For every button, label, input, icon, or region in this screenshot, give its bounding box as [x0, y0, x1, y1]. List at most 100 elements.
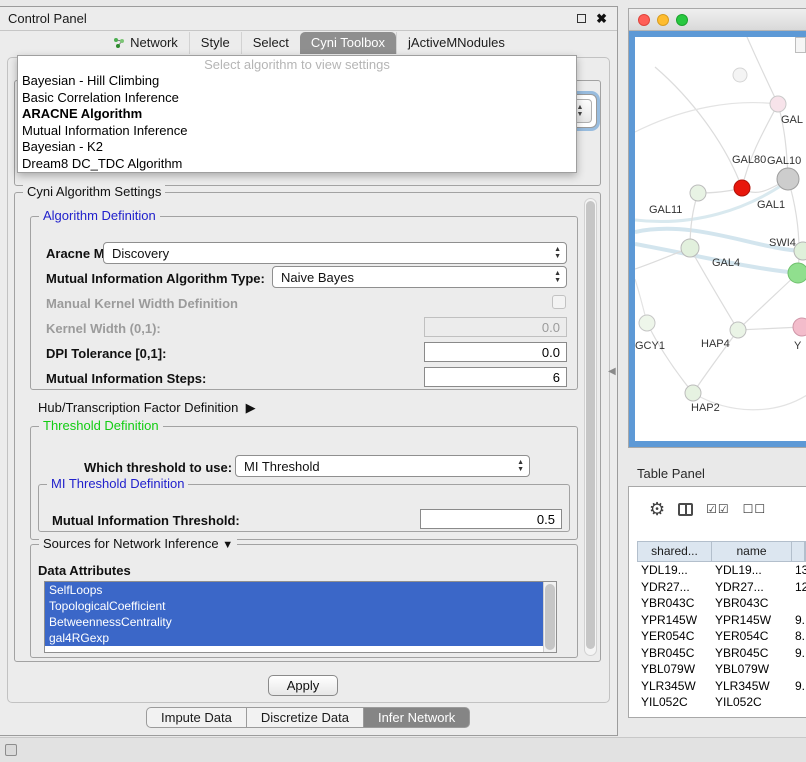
network-edge	[738, 327, 802, 330]
tab-impute-data[interactable]: Impute Data	[146, 707, 247, 728]
hub-section-toggle[interactable]: Hub/Transcription Factor Definition ▶	[38, 400, 256, 416]
table-cell	[791, 661, 806, 678]
network-node[interactable]	[685, 385, 701, 401]
table-row[interactable]: YBR045CYBR045C9.	[637, 645, 806, 662]
network-node[interactable]	[734, 180, 750, 196]
select-all-icon[interactable]: ☑☑	[706, 503, 730, 515]
table-cell: YBR045C	[711, 645, 791, 662]
table-row[interactable]: YIL052CYIL052C	[637, 694, 806, 711]
apply-button[interactable]: Apply	[268, 675, 338, 696]
control-panel-titlebar[interactable]: Control Panel ✖	[0, 7, 617, 31]
table-row[interactable]: YBL079WYBL079W	[637, 661, 806, 678]
panel-collapse-icon[interactable]: ◀	[608, 366, 616, 377]
data-attribute-item[interactable]: gal4RGexp	[45, 630, 556, 646]
data-attribute-item[interactable]: TopologicalCoefficient	[45, 598, 556, 614]
network-node[interactable]	[690, 185, 706, 201]
network-node[interactable]	[777, 168, 799, 190]
zoom-traffic-icon[interactable]	[676, 14, 688, 26]
table-cell: 8.	[791, 628, 806, 645]
tab-label: jActiveMNodules	[408, 35, 505, 50]
tab-discretize-data[interactable]: Discretize Data	[246, 707, 364, 728]
network-edge	[742, 104, 778, 188]
tab-network[interactable]: Network	[102, 32, 189, 54]
sources-toggle[interactable]: Sources for Network Inference ▼	[39, 536, 237, 551]
network-node[interactable]	[793, 318, 806, 336]
algorithm-option[interactable]: Basic Correlation Inference	[18, 90, 576, 107]
mi-threshold-field[interactable]: 0.5	[420, 509, 562, 529]
table-column-header[interactable]: shared...	[638, 542, 712, 561]
node-label: SWI4	[769, 237, 796, 249]
data-attribute-item[interactable]: BetweennessCentrality	[45, 614, 556, 630]
close-icon[interactable]: ✖	[596, 12, 607, 25]
table-cell: 9.	[791, 645, 806, 662]
select-arrows-icon: ▲▼	[554, 270, 561, 284]
mi-threshold-label: Mutual Information Threshold:	[52, 513, 240, 528]
algorithm-option[interactable]: Mutual Information Inference	[18, 123, 576, 140]
algorithm-option[interactable]: Bayesian - Hill Climbing	[18, 73, 576, 90]
select-arrows-icon: ▲▼	[554, 246, 561, 260]
data-attribute-item[interactable]: SelfLoops	[45, 582, 556, 598]
deselect-all-icon[interactable]: ☐☐	[743, 503, 767, 515]
dpi-tolerance-field[interactable]: 0.0	[424, 342, 567, 362]
table-cell	[791, 595, 806, 612]
node-label: HAP2	[691, 402, 720, 414]
data-attributes-list[interactable]: SelfLoopsTopologicalCoefficientBetweenne…	[44, 581, 557, 653]
algorithm-option[interactable]: ARACNE Algorithm	[18, 106, 576, 123]
gear-icon[interactable]: ⚙	[649, 500, 665, 518]
manual-kernel-label: Manual Kernel Width Definition	[46, 296, 238, 311]
minimized-panel-icon[interactable]	[5, 744, 17, 756]
network-edge	[738, 273, 798, 330]
tab-jactivemnodules[interactable]: jActiveMNodules	[396, 32, 516, 54]
table-row[interactable]: YPR145WYPR145W9.	[637, 612, 806, 629]
mi-type-select[interactable]: Naive Bayes ▲▼	[272, 266, 567, 288]
table-column-header[interactable]: name	[712, 542, 792, 561]
aracne-mode-select[interactable]: Discovery ▲▼	[103, 242, 567, 264]
table-column-header[interactable]	[792, 542, 805, 561]
close-traffic-icon[interactable]	[638, 14, 650, 26]
kernel-width-value: 0.0	[542, 320, 560, 335]
network-scrollbar[interactable]	[795, 37, 806, 53]
aracne-mode-value: Discovery	[112, 246, 169, 261]
network-node[interactable]	[639, 315, 655, 331]
tab-infer-network[interactable]: Infer Network	[363, 707, 470, 728]
table-cell: YIL052C	[637, 694, 711, 711]
network-node[interactable]	[730, 322, 746, 338]
algorithm-options-list: Bayesian - Hill ClimbingBasic Correlatio…	[18, 73, 576, 172]
scrollbar-thumb[interactable]	[545, 584, 555, 650]
control-panel-tab-bar: Network Style Select Cyni Toolbox jActiv…	[0, 32, 618, 54]
algorithm-option[interactable]: Bayesian - K2	[18, 139, 576, 156]
manual-kernel-checkbox[interactable]	[552, 295, 566, 309]
table-cell: 9.	[791, 678, 806, 695]
which-threshold-select[interactable]: MI Threshold ▲▼	[235, 455, 530, 477]
mi-steps-field[interactable]: 6	[424, 367, 567, 387]
data-attributes-items: SelfLoopsTopologicalCoefficientBetweenne…	[45, 582, 556, 646]
scrollbar-thumb[interactable]	[586, 201, 595, 649]
settings-scrollbar[interactable]	[584, 198, 597, 656]
list-scrollbar[interactable]	[543, 582, 556, 652]
tab-label: Impute Data	[161, 710, 232, 725]
minimize-traffic-icon[interactable]	[657, 14, 669, 26]
tab-cyni-toolbox[interactable]: Cyni Toolbox	[300, 32, 396, 54]
tab-select[interactable]: Select	[241, 32, 300, 54]
table-row[interactable]: YDL19...YDL19...13	[637, 562, 806, 579]
table-cell: YDL19...	[637, 562, 711, 579]
tab-style[interactable]: Style	[189, 32, 241, 54]
popup-placeholder: Select algorithm to view settings	[18, 56, 576, 73]
cyni-bottom-tabs: Impute Data Discretize Data Infer Networ…	[146, 707, 470, 728]
table-row[interactable]: YLR345WYLR345W9.	[637, 678, 806, 695]
table-row[interactable]: YDR27...YDR27...12	[637, 579, 806, 596]
network-window-titlebar[interactable]	[629, 9, 806, 31]
network-node[interactable]	[788, 263, 806, 283]
network-node[interactable]	[770, 96, 786, 112]
network-node[interactable]	[733, 68, 747, 82]
tab-label: Cyni Toolbox	[311, 35, 385, 50]
table-row[interactable]: YBR043CYBR043C	[637, 595, 806, 612]
table-toolbar: ⚙ ☑☑ ☐☐	[629, 487, 806, 531]
network-canvas[interactable]: GAL80GAL10GAL11GAL1SWI4GAL4GCY1HAP4HAP2Y…	[629, 31, 806, 447]
columns-icon[interactable]	[678, 503, 693, 516]
network-node[interactable]	[681, 239, 699, 257]
algorithm-option[interactable]: Dream8 DC_TDC Algorithm	[18, 156, 576, 173]
float-window-icon[interactable]	[577, 14, 586, 23]
table-cell: YBR045C	[637, 645, 711, 662]
table-row[interactable]: YER054CYER054C8.	[637, 628, 806, 645]
